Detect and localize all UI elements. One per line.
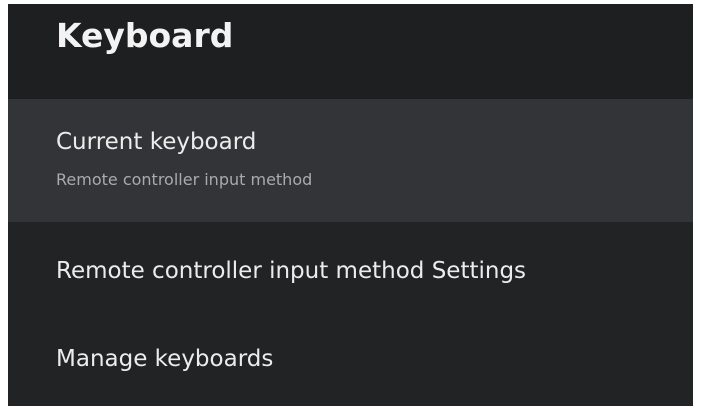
remote-controller-input-settings-item[interactable]: Remote controller input method Settings bbox=[8, 222, 693, 316]
manage-keyboards-item[interactable]: Manage keyboards bbox=[8, 316, 693, 406]
manage-keyboards-label: Manage keyboards bbox=[56, 346, 274, 372]
current-keyboard-item[interactable]: Current keyboard Remote controller input… bbox=[8, 99, 693, 222]
current-keyboard-value: Remote controller input method bbox=[56, 170, 313, 189]
remote-controller-input-settings-label: Remote controller input method Settings bbox=[56, 258, 527, 284]
keyboard-settings-panel: Keyboard Current keyboard Remote control… bbox=[8, 4, 693, 406]
page-title: Keyboard bbox=[56, 16, 234, 55]
header: Keyboard bbox=[8, 4, 693, 99]
current-keyboard-label: Current keyboard bbox=[56, 129, 257, 155]
